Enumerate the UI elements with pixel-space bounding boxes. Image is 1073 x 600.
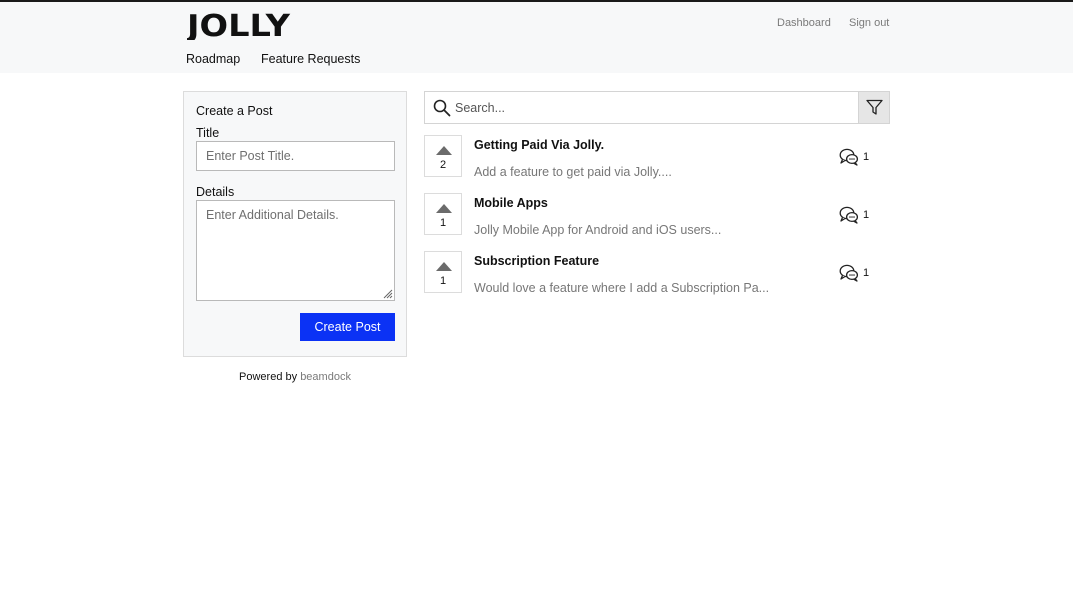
vote-count: 1: [439, 217, 447, 229]
create-post-button[interactable]: Create Post: [300, 313, 395, 341]
post-item: 2 Getting Paid Via Jolly. Add a feature …: [424, 135, 890, 179]
comment-count: 1: [863, 151, 870, 163]
vote-count: 1: [439, 275, 447, 287]
site-header: JOLLY Dashboard Sign out Roadmap Feature…: [0, 2, 1073, 73]
post-title-input[interactable]: [196, 141, 395, 171]
post-details-textarea[interactable]: [196, 200, 395, 301]
comment-bubbles-icon[interactable]: [839, 206, 859, 224]
details-label: Details: [196, 185, 235, 199]
upvote-arrow-icon: [436, 262, 452, 271]
upvote-button[interactable]: 2: [424, 135, 462, 177]
post-description: Add a feature to get paid via Jolly....: [474, 165, 672, 179]
search-icon: [433, 99, 451, 117]
dashboard-link[interactable]: Dashboard: [777, 17, 831, 29]
sign-out-link[interactable]: Sign out: [849, 17, 889, 29]
comment-count: 1: [863, 209, 870, 221]
post-description: Jolly Mobile App for Android and iOS use…: [474, 223, 722, 237]
post-title[interactable]: Getting Paid Via Jolly.: [474, 138, 604, 152]
powered-by-footer: Powered by beamdock: [183, 371, 407, 383]
post-description: Would love a feature where I add a Subsc…: [474, 281, 770, 295]
vote-count: 2: [439, 159, 447, 171]
post-item: 1 Mobile Apps Jolly Mobile App for Andro…: [424, 193, 890, 237]
comment-count: 1: [863, 267, 870, 279]
comment-bubbles-icon[interactable]: [839, 264, 859, 282]
resize-grip-icon[interactable]: [383, 289, 393, 299]
filter-button[interactable]: [858, 92, 889, 123]
create-post-heading: Create a Post: [196, 104, 273, 118]
upvote-button[interactable]: 1: [424, 193, 462, 235]
powered-by-prefix: Powered by: [239, 371, 298, 383]
beamdock-link[interactable]: beamdock: [300, 371, 351, 383]
svg-text:JOLLY: JOLLY: [187, 9, 291, 40]
tab-roadmap[interactable]: Roadmap: [186, 52, 240, 66]
tab-feature-requests[interactable]: Feature Requests: [261, 52, 360, 66]
post-title[interactable]: Mobile Apps: [474, 196, 548, 210]
search-input[interactable]: [455, 93, 855, 122]
comment-bubbles-icon[interactable]: [839, 148, 859, 166]
post-item: 1 Subscription Feature Would love a feat…: [424, 251, 890, 295]
upvote-button[interactable]: 1: [424, 251, 462, 293]
filter-icon: [866, 99, 883, 115]
post-title[interactable]: Subscription Feature: [474, 254, 599, 268]
upvote-arrow-icon: [436, 146, 452, 155]
search-bar: [424, 91, 890, 124]
upvote-arrow-icon: [436, 204, 452, 213]
create-post-panel: Create a Post Title Details Create Post: [183, 91, 407, 357]
jolly-logo[interactable]: JOLLY: [187, 8, 291, 40]
title-label: Title: [196, 126, 220, 140]
